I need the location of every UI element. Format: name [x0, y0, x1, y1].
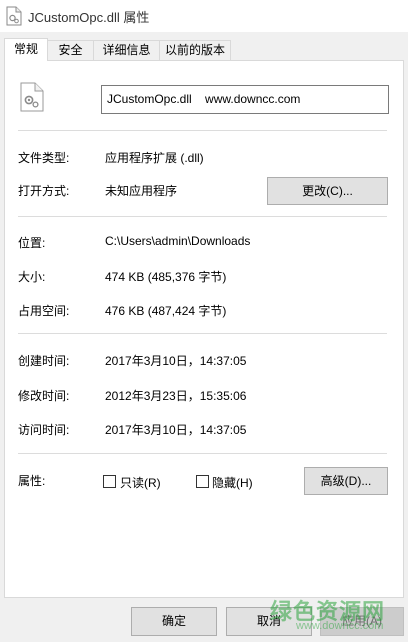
disk-size-label: 占用空间: [18, 304, 70, 318]
hidden-label[interactable]: 隐藏(H) [212, 474, 253, 491]
tab-general[interactable]: 常规 [4, 38, 48, 61]
tab-security[interactable]: 安全 [47, 40, 94, 60]
change-button[interactable]: 更改(C)... [267, 177, 388, 205]
open-with-value: 未知应用程序 [105, 184, 178, 198]
tab-details[interactable]: 详细信息 [93, 40, 160, 60]
ok-button[interactable]: 确定 [131, 607, 217, 636]
title-bar: JCustomOpc.dll 属性 [0, 0, 408, 32]
file-gear-icon [20, 82, 44, 112]
tab-previous-versions[interactable]: 以前的版本 [159, 40, 231, 60]
location-value: C:\Users\admin\Downloads [105, 234, 251, 248]
modified-value: 2012年3月23日，15:35:06 [105, 389, 247, 403]
accessed-label: 访问时间: [18, 423, 70, 437]
open-with-label: 打开方式: [18, 184, 70, 198]
file-type-label: 文件类型: [18, 151, 70, 165]
file-type-value: 应用程序扩展 (.dll) [105, 151, 204, 165]
modified-label: 修改时间: [18, 389, 70, 403]
disk-size-value: 476 KB (487,424 字节) [105, 304, 227, 318]
advanced-button[interactable]: 高级(D)... [304, 467, 388, 495]
divider [18, 453, 387, 454]
divider [18, 216, 387, 217]
readonly-label[interactable]: 只读(R) [120, 474, 161, 491]
size-value: 474 KB (485,376 字节) [105, 270, 227, 284]
watermark-url: www.downcc.com [296, 620, 384, 632]
general-panel [4, 60, 404, 598]
tab-strip: 常规 安全 详细信息 以前的版本 [4, 38, 404, 61]
created-label: 创建时间: [18, 354, 70, 368]
attributes-label: 属性: [18, 474, 46, 488]
hidden-checkbox[interactable] [196, 475, 209, 488]
size-label: 大小: [18, 270, 46, 284]
divider [18, 130, 387, 131]
created-value: 2017年3月10日，14:37:05 [105, 354, 247, 368]
readonly-checkbox[interactable] [103, 475, 116, 488]
window-title: JCustomOpc.dll 属性 [28, 10, 150, 25]
accessed-value: 2017年3月10日，14:37:05 [105, 423, 247, 437]
site-watermark: 绿色资源网 www.downcc.com [270, 594, 400, 638]
location-label: 位置: [18, 236, 46, 250]
dll-file-icon [6, 6, 22, 26]
file-name-input[interactable]: JCustomOpc.dll www.downcc.com [101, 85, 389, 114]
divider [18, 333, 387, 334]
